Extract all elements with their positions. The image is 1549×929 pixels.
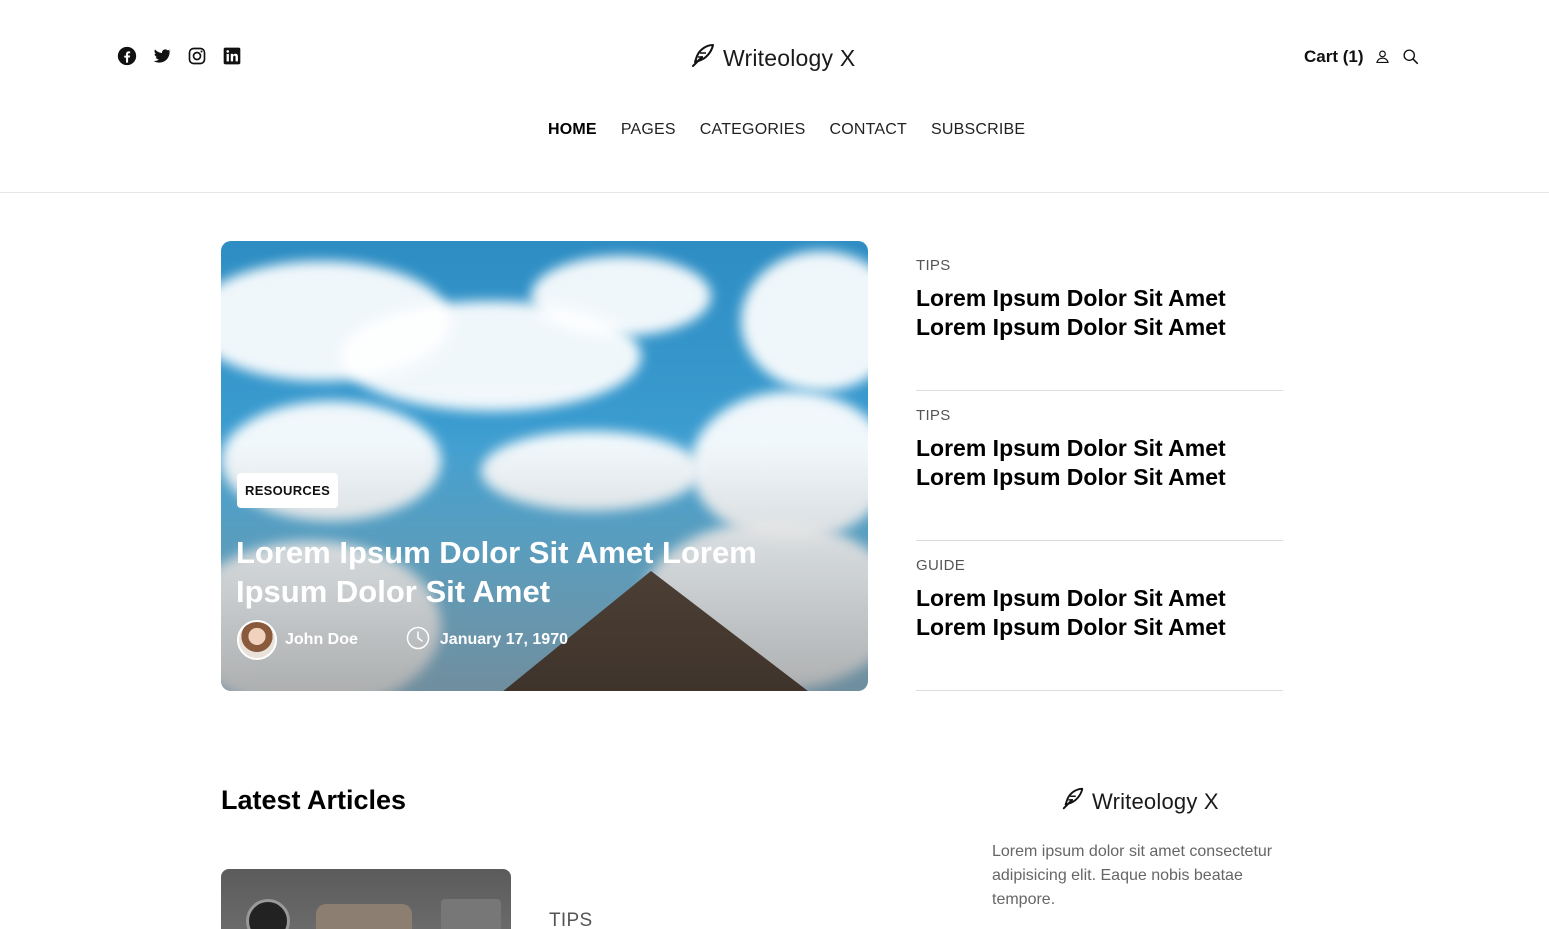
search-icon[interactable] — [1402, 48, 1420, 66]
side-post-list: TIPS Lorem Ipsum Dolor Sit Amet Lorem Ip… — [916, 241, 1283, 691]
social-links — [116, 45, 243, 67]
facebook-icon[interactable] — [116, 45, 138, 67]
article-thumbnail[interactable] — [221, 869, 511, 929]
article-category[interactable]: TIPS — [549, 910, 592, 929]
latest-articles-heading: Latest Articles — [221, 785, 407, 815]
site-header: Writeology X Cart (1) HOME PAGES CATEGOR… — [0, 0, 1549, 193]
category-badge[interactable]: RESOURCES — [237, 473, 339, 508]
main-nav: HOME PAGES CATEGORIES CONTACT SUBSCRIBE — [548, 121, 1025, 139]
nav-item-categories[interactable]: CATEGORIES — [700, 121, 806, 139]
list-item: GUIDE Lorem Ipsum Dolor Sit Amet Lorem I… — [916, 541, 1283, 691]
feather-pen-icon — [1060, 786, 1086, 817]
post-title[interactable]: Lorem Ipsum Dolor Sit Amet Lorem Ipsum D… — [916, 284, 1283, 342]
widget-description: Lorem ipsum dolor sit amet consectetur a… — [992, 843, 1273, 908]
site-logo-text: Writeology X — [723, 45, 856, 71]
twitter-icon[interactable] — [151, 45, 173, 67]
site-logo[interactable]: Writeology X — [689, 42, 855, 75]
nav-item-pages[interactable]: PAGES — [621, 121, 676, 139]
feather-pen-icon — [689, 42, 717, 75]
featured-post-title[interactable]: Lorem Ipsum Dolor Sit Amet Lorem Ipsum D… — [236, 533, 796, 611]
post-category[interactable]: GUIDE — [916, 557, 1283, 574]
thumbnail-object — [316, 904, 412, 929]
widget-logo-text: Writeology X — [1092, 788, 1219, 814]
nav-item-contact[interactable]: CONTACT — [829, 121, 907, 139]
thumbnail-object — [246, 899, 290, 929]
post-category[interactable]: TIPS — [916, 257, 1283, 274]
post-category[interactable]: TIPS — [916, 407, 1283, 424]
list-item: TIPS Lorem Ipsum Dolor Sit Amet Lorem Ip… — [916, 391, 1283, 541]
list-item: TIPS Lorem Ipsum Dolor Sit Amet Lorem Ip… — [916, 241, 1283, 391]
clock-icon — [406, 626, 440, 655]
nav-item-home[interactable]: HOME — [548, 121, 597, 139]
post-date: January 17, 1970 — [439, 631, 568, 648]
post-title[interactable]: Lorem Ipsum Dolor Sit Amet Lorem Ipsum D… — [916, 584, 1283, 642]
linkedin-icon[interactable] — [221, 45, 243, 67]
post-title[interactable]: Lorem Ipsum Dolor Sit Amet Lorem Ipsum D… — [916, 434, 1283, 492]
post-meta: John Doe January 17, 1970 — [237, 620, 568, 660]
nav-item-subscribe[interactable]: SUBSCRIBE — [931, 121, 1025, 139]
user-icon[interactable] — [1374, 48, 1392, 66]
featured-post-card[interactable]: RESOURCES Lorem Ipsum Dolor Sit Amet Lor… — [221, 241, 868, 691]
thumbnail-object — [441, 899, 501, 929]
widget-logo[interactable]: Writeology X — [1060, 786, 1219, 817]
cart-link[interactable]: Cart (1) — [1304, 47, 1364, 67]
header-tools: Cart (1) — [1304, 47, 1420, 67]
author-name[interactable]: John Doe — [285, 631, 358, 649]
instagram-icon[interactable] — [186, 45, 208, 67]
author-avatar — [237, 620, 277, 660]
